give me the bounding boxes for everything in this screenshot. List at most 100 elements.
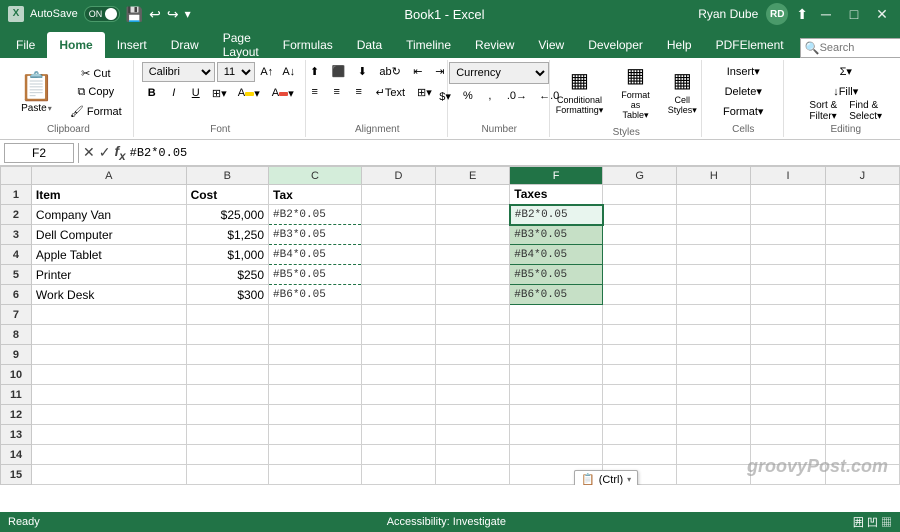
tab-insert[interactable]: Insert — [105, 32, 159, 58]
insert-button[interactable]: Insert▾ — [718, 62, 768, 80]
cell-2-H[interactable] — [677, 205, 751, 225]
cell-14-C[interactable] — [269, 445, 362, 465]
cell-2-B[interactable]: $25,000 — [186, 205, 268, 225]
maximize-btn[interactable]: □ — [844, 4, 864, 24]
close-btn[interactable]: ✕ — [872, 4, 892, 24]
cell-9-F[interactable] — [510, 345, 603, 365]
cell-11-I[interactable] — [751, 385, 825, 405]
redo-icon[interactable]: ↪ — [167, 6, 179, 23]
cell-14-F[interactable] — [510, 445, 603, 465]
cell-7-D[interactable] — [361, 305, 435, 325]
cell-9-A[interactable] — [31, 345, 186, 365]
cell-2-G[interactable] — [603, 205, 677, 225]
cell-4-G[interactable] — [603, 245, 677, 265]
row-num-4[interactable]: 4 — [1, 245, 32, 265]
format-button[interactable]: Format▾ — [718, 102, 768, 120]
increase-decimal-btn[interactable]: .0→ — [502, 87, 532, 105]
sort-filter-button[interactable]: Sort &Filter▾ — [804, 102, 842, 120]
cell-7-J[interactable] — [825, 305, 899, 325]
cell-2-E[interactable] — [436, 205, 510, 225]
number-format-select[interactable]: Currency General Number — [449, 62, 549, 84]
cell-13-I[interactable] — [751, 425, 825, 445]
cell-5-F[interactable]: #B5*0.05 — [510, 265, 603, 285]
cell-5-A[interactable]: Printer — [31, 265, 186, 285]
search-input[interactable] — [820, 42, 900, 54]
cell-3-D[interactable] — [361, 225, 435, 245]
paste-button[interactable]: 📋 Paste ▾ — [10, 62, 63, 122]
cell-11-D[interactable] — [361, 385, 435, 405]
cell-1-E[interactable] — [436, 185, 510, 205]
merge-button[interactable]: ⊞▾ — [412, 83, 437, 101]
cell-9-C[interactable] — [269, 345, 362, 365]
increase-font-icon[interactable]: A↑ — [257, 63, 277, 81]
cell-3-I[interactable] — [751, 225, 825, 245]
cell-14-B[interactable] — [186, 445, 268, 465]
tab-developer[interactable]: Developer — [576, 32, 655, 58]
tab-home[interactable]: Home — [47, 32, 104, 58]
cell-3-H[interactable] — [677, 225, 751, 245]
sum-button[interactable]: Σ▾ — [804, 62, 887, 80]
cell-1-H[interactable] — [677, 185, 751, 205]
align-left-button[interactable]: ≡ — [305, 83, 325, 101]
cell-7-A[interactable] — [31, 305, 186, 325]
cell-4-C[interactable]: #B4*0.05 — [269, 245, 362, 265]
cell-11-H[interactable] — [677, 385, 751, 405]
cell-7-B[interactable] — [186, 305, 268, 325]
cell-14-D[interactable] — [361, 445, 435, 465]
cell-15-H[interactable] — [677, 465, 751, 485]
cell-8-H[interactable] — [677, 325, 751, 345]
cell-4-D[interactable] — [361, 245, 435, 265]
cell-6-F[interactable]: #B6*0.05 — [510, 285, 603, 305]
cell-3-J[interactable] — [825, 225, 899, 245]
cell-9-E[interactable] — [436, 345, 510, 365]
cell-12-A[interactable] — [31, 405, 186, 425]
col-header-j[interactable]: J — [825, 167, 899, 185]
undo-icon[interactable]: ↩ — [149, 6, 161, 23]
col-header-g[interactable]: G — [603, 167, 677, 185]
cell-13-J[interactable] — [825, 425, 899, 445]
orient-button[interactable]: ab↻ — [374, 62, 405, 80]
cell-5-G[interactable] — [603, 265, 677, 285]
more-icon[interactable]: ▾ — [185, 7, 191, 21]
col-header-b[interactable]: B — [186, 167, 268, 185]
cell-11-J[interactable] — [825, 385, 899, 405]
cell-3-F[interactable]: #B3*0.05 — [510, 225, 603, 245]
formula-input[interactable] — [130, 143, 896, 163]
cell-6-C[interactable]: #B6*0.05 — [269, 285, 362, 305]
cell-10-I[interactable] — [751, 365, 825, 385]
cell-1-C[interactable]: Tax — [269, 185, 362, 205]
cell-14-A[interactable] — [31, 445, 186, 465]
row-num-5[interactable]: 5 — [1, 265, 32, 285]
cut-button[interactable]: ✂ Cut — [65, 64, 127, 82]
cell-5-J[interactable] — [825, 265, 899, 285]
cell-8-A[interactable] — [31, 325, 186, 345]
cell-15-D[interactable] — [361, 465, 435, 485]
row-num-13[interactable]: 13 — [1, 425, 32, 445]
cell-4-J[interactable] — [825, 245, 899, 265]
cancel-formula-icon[interactable]: ✕ — [83, 144, 95, 161]
cell-15-C[interactable] — [269, 465, 362, 485]
cell-9-B[interactable] — [186, 345, 268, 365]
cell-2-A[interactable]: Company Van — [31, 205, 186, 225]
cell-2-F[interactable]: #B2*0.05 — [510, 205, 603, 225]
cell-10-C[interactable] — [269, 365, 362, 385]
cell-12-H[interactable] — [677, 405, 751, 425]
cell-1-D[interactable] — [361, 185, 435, 205]
tab-help[interactable]: Help — [655, 32, 704, 58]
fill-button[interactable]: ↓Fill▾ — [804, 82, 887, 100]
cell-11-C[interactable] — [269, 385, 362, 405]
col-header-d[interactable]: D — [361, 167, 435, 185]
indent-button[interactable]: ⇤ — [408, 62, 428, 80]
col-header-c[interactable]: C — [269, 167, 362, 185]
cell-15-B[interactable] — [186, 465, 268, 485]
cell-14-H[interactable] — [677, 445, 751, 465]
ribbon-collapse-icon[interactable]: ⬆ — [796, 6, 808, 23]
cell-12-J[interactable] — [825, 405, 899, 425]
col-header-f[interactable]: F — [510, 167, 603, 185]
align-center-button[interactable]: ≡ — [327, 83, 347, 101]
cell-13-H[interactable] — [677, 425, 751, 445]
cell-10-J[interactable] — [825, 365, 899, 385]
underline-button[interactable]: U — [186, 84, 206, 102]
italic-button[interactable]: I — [164, 84, 184, 102]
row-num-14[interactable]: 14 — [1, 445, 32, 465]
